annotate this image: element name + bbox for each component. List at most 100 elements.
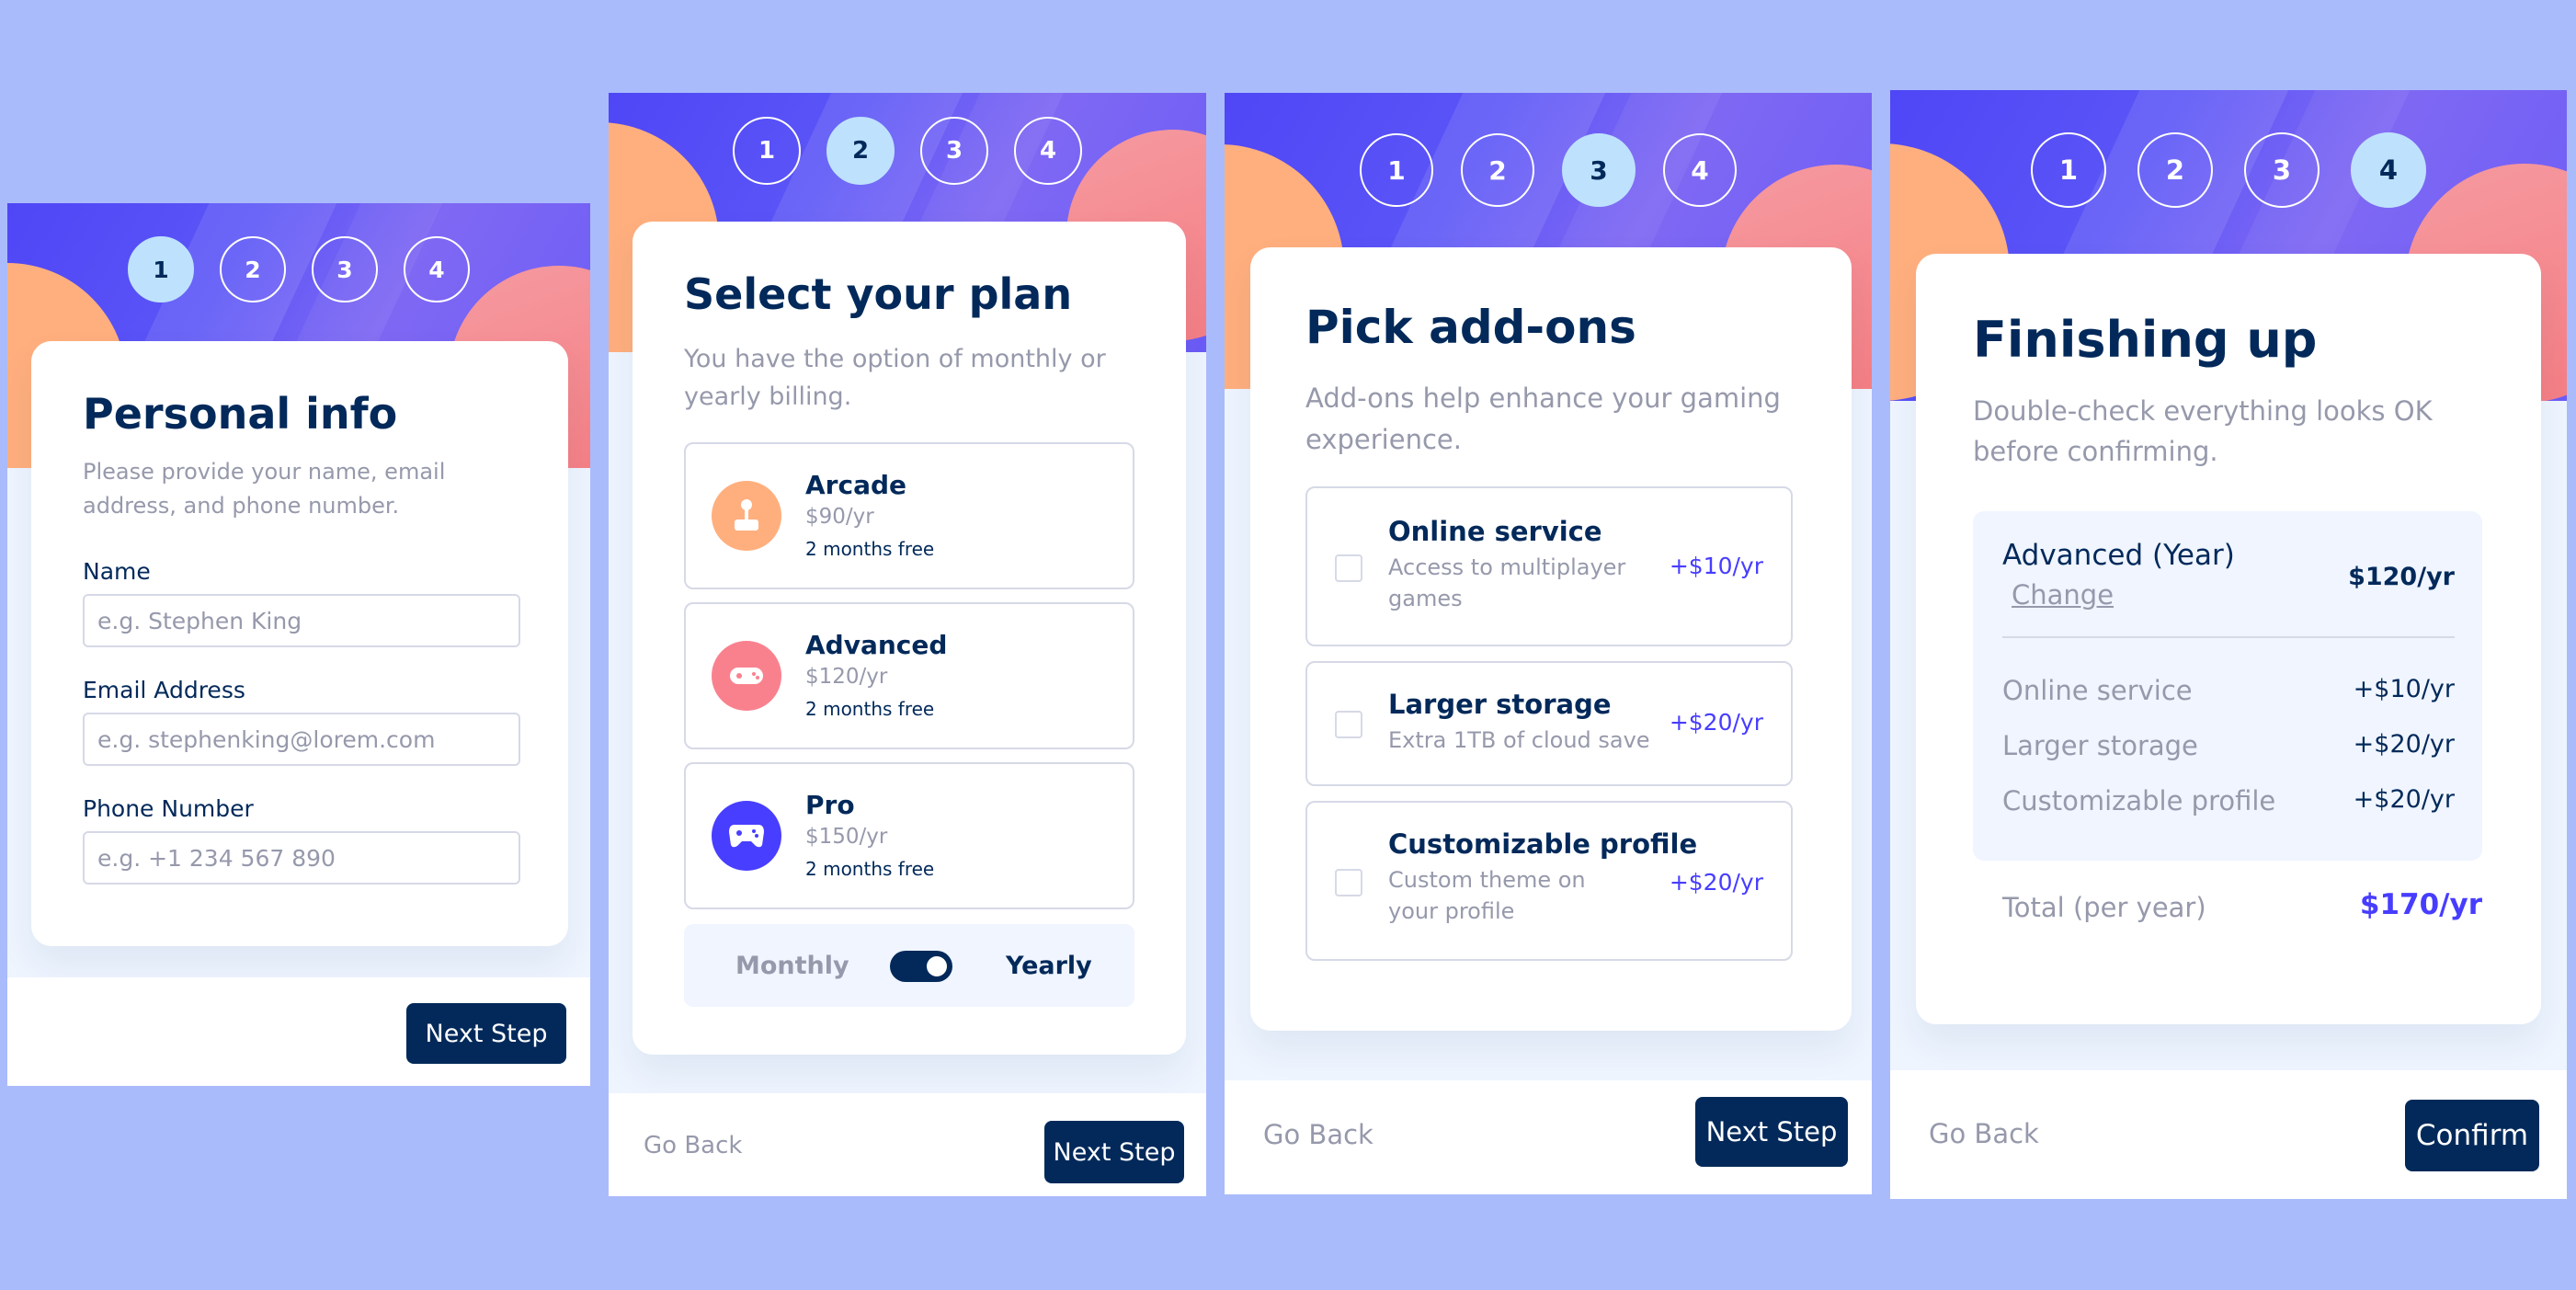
addon-description: Custom theme on your profile	[1388, 867, 1586, 924]
step-2[interactable]: 2	[1461, 133, 1534, 207]
screen-select-plan: 1 2 3 4 Select your plan You have the op…	[609, 93, 1206, 1196]
next-step-button[interactable]: Next Step	[1044, 1121, 1184, 1183]
addon-online-service[interactable]: Online service Access to multiplayer gam…	[1305, 486, 1793, 646]
total-value: $170/yr	[2359, 888, 2482, 921]
page-title: Pick add-ons	[1305, 301, 1636, 354]
arcade-icon	[712, 481, 781, 551]
billing-toggle-switch[interactable]	[890, 951, 952, 982]
addon-description: Extra 1TB of cloud save	[1388, 727, 1650, 753]
plan-option-arcade[interactable]: Arcade $90/yr 2 months free	[684, 442, 1134, 589]
page-subtitle: You have the option of monthly or yearly…	[684, 345, 1106, 411]
addon-customizable-profile[interactable]: Customizable profile Custom theme on you…	[1305, 801, 1793, 961]
summary-addon-name: Online service	[2002, 675, 2193, 706]
phone-placeholder: e.g. +1 234 567 890	[97, 844, 336, 872]
plan-price: $120/yr	[805, 665, 888, 689]
addon-price: +$10/yr	[1669, 553, 1763, 579]
step-3[interactable]: 3	[312, 236, 378, 303]
addon-name: Online service	[1388, 516, 1602, 547]
summary-addon-price: +$10/yr	[2353, 675, 2455, 703]
summary-box: Advanced (Year) Change $120/yr Online se…	[1973, 511, 2482, 861]
next-step-button[interactable]: Next Step	[406, 1003, 566, 1064]
footer-bar: Go Back Next Step	[1225, 1080, 1872, 1194]
billing-toggle-row: Monthly Yearly	[684, 924, 1134, 1007]
gamepad-icon	[712, 641, 781, 711]
step-3[interactable]: 3	[2244, 132, 2320, 208]
step-3[interactable]: 3	[1562, 133, 1636, 207]
page-title: Select your plan	[684, 269, 1073, 319]
total-label: Total (per year)	[2002, 892, 2206, 923]
step-4[interactable]: 4	[1663, 133, 1737, 207]
name-input[interactable]: e.g. Stephen King	[83, 594, 520, 648]
page-subtitle: Please provide your name, email address,…	[83, 459, 446, 519]
addon-checkbox[interactable]	[1335, 711, 1362, 738]
step-1[interactable]: 1	[128, 236, 194, 303]
addon-name: Customizable profile	[1388, 828, 1698, 860]
add-ons-card: Pick add-ons Add-ons help enhance your g…	[1250, 247, 1852, 1031]
change-plan-link[interactable]: Change	[2012, 579, 2114, 611]
step-indicator: 1 2 3 4	[7, 236, 590, 303]
go-back-button[interactable]: Go Back	[1929, 1118, 2039, 1149]
email-placeholder: e.g. stephenking@lorem.com	[97, 725, 436, 753]
next-step-button[interactable]: Next Step	[1695, 1097, 1848, 1167]
summary-addon-name: Larger storage	[2002, 730, 2198, 761]
screen-add-ons: 1 2 3 4 Pick add-ons Add-ons help enhanc…	[1225, 93, 1872, 1194]
addon-checkbox[interactable]	[1335, 869, 1362, 896]
step-indicator: 1 2 3 4	[1225, 133, 1872, 207]
step-1[interactable]: 1	[733, 117, 801, 185]
footer-bar: Go Back Next Step	[609, 1093, 1206, 1196]
plan-free-badge: 2 months free	[805, 858, 935, 880]
go-back-button[interactable]: Go Back	[1263, 1119, 1373, 1150]
page-subtitle: Add-ons help enhance your gaming experie…	[1305, 382, 1781, 455]
plan-summary-price: $120/yr	[2348, 563, 2455, 591]
label-name: Name	[83, 558, 151, 586]
plan-option-pro[interactable]: Pro $150/yr 2 months free	[684, 762, 1134, 909]
plan-name: Pro	[805, 790, 855, 820]
addon-checkbox[interactable]	[1335, 554, 1362, 582]
page-title: Personal info	[83, 389, 398, 439]
yearly-label[interactable]: Yearly	[1006, 952, 1092, 980]
summary-divider	[2002, 636, 2455, 638]
step-2[interactable]: 2	[220, 236, 286, 303]
monthly-label[interactable]: Monthly	[735, 952, 849, 980]
go-back-button[interactable]: Go Back	[644, 1132, 742, 1159]
step-4[interactable]: 4	[404, 236, 470, 303]
plan-price: $150/yr	[805, 825, 888, 849]
plan-free-badge: 2 months free	[805, 538, 935, 560]
summary-addon-price: +$20/yr	[2353, 785, 2455, 814]
footer-bar: Next Step	[7, 977, 590, 1086]
step-2[interactable]: 2	[2137, 132, 2213, 208]
form-card: Personal info Please provide your name, …	[31, 341, 568, 946]
page-title: Finishing up	[1973, 311, 2318, 369]
step-1[interactable]: 1	[1360, 133, 1433, 207]
toggle-knob	[927, 956, 947, 976]
plan-price: $90/yr	[805, 505, 874, 529]
step-2[interactable]: 2	[826, 117, 895, 185]
confirm-button[interactable]: Confirm	[2405, 1100, 2539, 1171]
plan-free-badge: 2 months free	[805, 698, 935, 720]
step-1[interactable]: 1	[2031, 132, 2106, 208]
step-indicator: 1 2 3 4	[609, 117, 1206, 185]
addon-price: +$20/yr	[1669, 869, 1763, 896]
step-indicator: 1 2 3 4	[1890, 132, 2567, 208]
plan-option-advanced[interactable]: Advanced $120/yr 2 months free	[684, 602, 1134, 749]
name-placeholder: e.g. Stephen King	[97, 607, 302, 634]
email-input[interactable]: e.g. stephenking@lorem.com	[83, 713, 520, 767]
addon-larger-storage[interactable]: Larger storage Extra 1TB of cloud save +…	[1305, 661, 1793, 786]
step-4[interactable]: 4	[1014, 117, 1082, 185]
addon-name: Larger storage	[1388, 689, 1612, 720]
footer-bar: Go Back Confirm	[1890, 1070, 2567, 1199]
phone-input[interactable]: e.g. +1 234 567 890	[83, 831, 520, 885]
screen-personal-info: 1 2 3 4 Personal info Please provide you…	[7, 203, 590, 1086]
summary-card: Finishing up Double-check everything loo…	[1916, 254, 2541, 1024]
plan-name: Advanced	[805, 630, 948, 660]
summary-addon-price: +$20/yr	[2353, 730, 2455, 759]
label-email: Email Address	[83, 677, 245, 704]
step-4[interactable]: 4	[2351, 132, 2426, 208]
controller-icon	[712, 801, 781, 871]
step-3[interactable]: 3	[920, 117, 988, 185]
plan-name: Arcade	[805, 470, 907, 500]
screen-summary: 1 2 3 4 Finishing up Double-check everyt…	[1890, 90, 2567, 1199]
addon-description: Access to multiplayer games	[1388, 554, 1626, 611]
addon-price: +$20/yr	[1669, 709, 1763, 736]
summary-addon-name: Customizable profile	[2002, 785, 2276, 816]
